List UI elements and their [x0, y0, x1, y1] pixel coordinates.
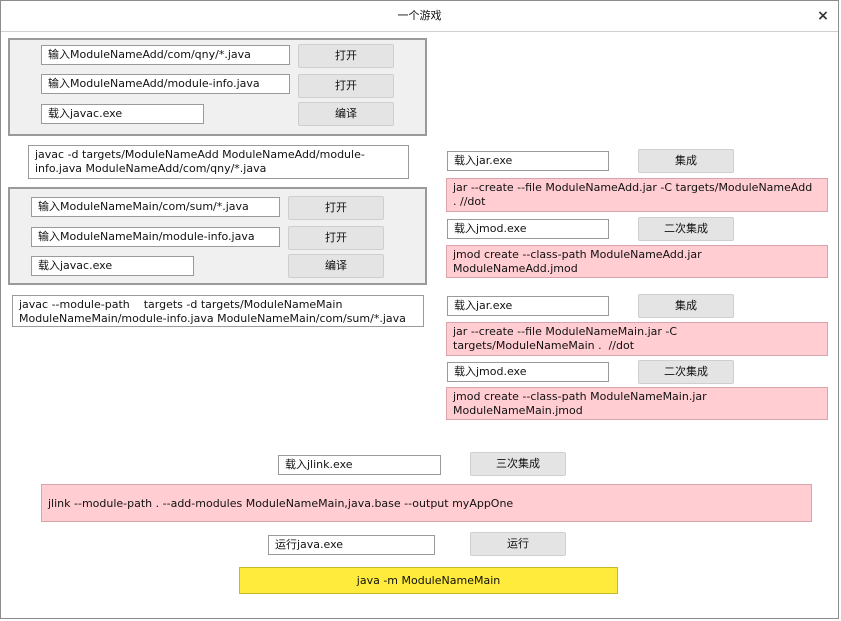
module-add-info-open-button[interactable]: 打开: [298, 74, 394, 98]
javac-add-command: javac -d targets/ModuleNameAdd ModuleNam…: [28, 145, 409, 179]
javac-main-command: javac --module-path targets -d targets/M…: [12, 295, 424, 327]
run-java-field[interactable]: 运行java.exe: [268, 535, 435, 555]
jmod-add-field[interactable]: 载入jmod.exe: [447, 219, 609, 239]
module-main-source-open-button[interactable]: 打开: [288, 196, 384, 220]
jlink-command: jlink --module-path . --add-modules Modu…: [41, 484, 812, 522]
module-add-javac-field[interactable]: 载入javac.exe: [41, 104, 204, 124]
jmod-main-field[interactable]: 载入jmod.exe: [447, 362, 609, 382]
jmod-main-integrate-button[interactable]: 二次集成: [638, 360, 734, 384]
jar-add-command: jar --create --file ModuleNameAdd.jar -C…: [446, 178, 828, 212]
jar-main-command: jar --create --file ModuleNameMain.jar -…: [446, 322, 828, 356]
module-main-compile-button[interactable]: 编译: [288, 254, 384, 278]
jar-main-integrate-button[interactable]: 集成: [638, 294, 734, 318]
module-main-javac-field[interactable]: 载入javac.exe: [31, 256, 194, 276]
jar-add-field[interactable]: 载入jar.exe: [447, 151, 609, 171]
jar-main-field[interactable]: 载入jar.exe: [447, 296, 609, 316]
module-main-source-field[interactable]: 输入ModuleNameMain/com/sum/*.java: [31, 197, 280, 217]
run-button[interactable]: 运行: [470, 532, 566, 556]
module-add-source-open-button[interactable]: 打开: [298, 44, 394, 68]
jmod-main-command: jmod create --class-path ModuleNameMain.…: [446, 387, 828, 420]
title-bar: 一个游戏 ×: [1, 1, 838, 32]
jmod-add-integrate-button[interactable]: 二次集成: [638, 217, 734, 241]
jlink-integrate-button[interactable]: 三次集成: [470, 452, 566, 476]
module-add-info-field[interactable]: 输入ModuleNameAdd/module-info.java: [41, 74, 290, 94]
jmod-add-command: jmod create --class-path ModuleNameAdd.j…: [446, 245, 828, 278]
close-icon[interactable]: ×: [814, 1, 832, 31]
module-main-info-field[interactable]: 输入ModuleNameMain/module-info.java: [31, 227, 280, 247]
jar-add-integrate-button[interactable]: 集成: [638, 149, 734, 173]
jlink-field[interactable]: 载入jlink.exe: [278, 455, 441, 475]
module-add-source-field[interactable]: 输入ModuleNameAdd/com/qny/*.java: [41, 45, 290, 65]
module-main-info-open-button[interactable]: 打开: [288, 226, 384, 250]
window-title: 一个游戏: [397, 9, 442, 22]
run-command: java -m ModuleNameMain: [239, 567, 618, 594]
module-add-compile-button[interactable]: 编译: [298, 102, 394, 126]
